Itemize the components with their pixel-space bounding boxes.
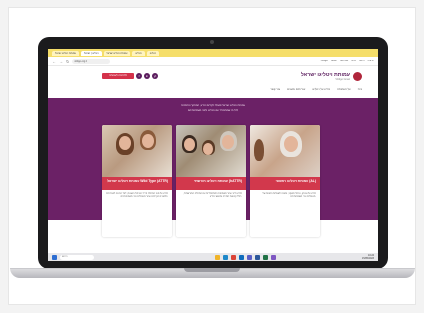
info-cards: עמותת ויטליגו ישראל Wild Type (ATTR) מיד…: [102, 125, 320, 237]
card-photo: [176, 125, 246, 177]
taskbar-apps: [215, 254, 276, 260]
menu-item-contact[interactable]: צור קשר: [270, 87, 280, 91]
clock-date: 15/05/2023: [362, 257, 374, 260]
social-links: f in yt: [136, 73, 158, 79]
site-logo[interactable]: עמותת ויטליגו ישראל Vitiligo Israel: [301, 72, 362, 81]
bookmark-item[interactable]: Google: [321, 60, 328, 62]
menu-item-info[interactable]: מידע על ויטליגו: [312, 87, 330, 91]
card-text: מידע על סוגי המחלה ודרכי הטיפול השונות, …: [106, 193, 168, 199]
browser-tab[interactable]: עמותת ויטליגו ישראל: [52, 50, 79, 56]
reload-icon[interactable]: ↻: [66, 57, 69, 66]
youtube-icon[interactable]: yt: [152, 73, 158, 79]
photos-icon[interactable]: [271, 254, 276, 260]
taskbar-search-input[interactable]: חיפוש: [60, 254, 94, 260]
site-header: לתרומה לעמותה f in yt עמותת ויטליגו ישרא…: [48, 66, 378, 98]
menu-item-services[interactable]: שירותים ומענים: [287, 87, 305, 91]
info-card-primary[interactable]: עמותת ויטליגו ראשוני (AL) מידע על אבחון,…: [250, 125, 320, 237]
facebook-icon[interactable]: f: [136, 73, 142, 79]
card-title: עמותת ויטליגו ראשוני (AL): [250, 177, 320, 190]
browser-address-bar: ← → ↻ vitiligo.org.il Google Gmail YouTu…: [48, 57, 378, 66]
info-card-hereditary[interactable]: עמותת ויטליגו תורשתי (hATTR) מידע וליווי…: [176, 125, 246, 237]
bookmark-item[interactable]: Gmail: [331, 60, 337, 62]
forward-icon[interactable]: →: [59, 57, 63, 66]
chrome-icon[interactable]: [231, 254, 236, 260]
card-text: מידע על אבחון, טיפול ומעקב, ומענה לשאלות…: [262, 193, 316, 199]
url-field[interactable]: vitiligo.org.il: [72, 58, 111, 64]
menu-item-about[interactable]: על העמותה: [337, 87, 351, 91]
file-explorer-icon[interactable]: [215, 254, 220, 260]
bookmark-item[interactable]: YouTube: [340, 60, 349, 62]
linkedin-icon[interactable]: in: [144, 73, 150, 79]
outlook-icon[interactable]: [239, 254, 244, 260]
logo-mark-icon: [353, 72, 362, 81]
photo-stage: עמותת ויטליגו ישראל ויטליגו | ישראל עמות…: [0, 0, 424, 313]
card-text: מידע וליווי עבור משפחות המתמודדות עם המח…: [183, 193, 242, 199]
donate-button[interactable]: לתרומה לעמותה: [102, 73, 134, 79]
intro-text: לכל מי שמתמודד עם ויטליגו ולבני משפחותיה…: [187, 109, 239, 112]
start-icon[interactable]: [52, 254, 57, 260]
taskbar-clock[interactable]: 10:24 15/05/2023: [362, 254, 374, 260]
card-title: עמותת ויטליגו תורשתי (hATTR): [176, 177, 246, 190]
intro-text: עמותת ויטליגו ישראל פועלת לקידום הידע, ה…: [180, 104, 246, 107]
excel-icon[interactable]: [263, 254, 268, 260]
bookmark-item[interactable]: תרגום: [359, 60, 365, 62]
browser-tab[interactable]: עמותת ויטליגו ישראל: [103, 50, 131, 56]
bookmark-item[interactable]: מפות: [351, 60, 356, 62]
windows-taskbar: חיפוש 10:24 15/05/2023: [48, 253, 378, 261]
hero-section: עמותת ויטליגו ישראל פועלת לקידום הידע, ה…: [48, 98, 378, 237]
browser-tab[interactable]: ויטליגו: [146, 50, 160, 56]
edge-icon[interactable]: [223, 254, 228, 260]
menu-item-home[interactable]: בית: [358, 87, 362, 91]
bookmark-item[interactable]: חדשות: [368, 60, 374, 62]
laptop-camera: [210, 40, 214, 44]
laptop-screen: עמותת ויטליגו ישראל ויטליגו | ישראל עמות…: [48, 49, 378, 261]
back-icon[interactable]: ←: [52, 57, 56, 66]
card-title: עמותת ויטליגו ישראל Wild Type (ATTR): [102, 177, 172, 190]
info-card-wild-type[interactable]: עמותת ויטליגו ישראל Wild Type (ATTR) מיד…: [102, 125, 172, 237]
browser-tab-strip: עמותת ויטליגו ישראל ויטליגו | ישראל עמות…: [48, 49, 378, 57]
laptop-notch: [184, 268, 240, 272]
card-photo: [102, 125, 172, 177]
browser-tab-active[interactable]: ויטליגו | ישראל: [80, 50, 102, 56]
main-menu: בית על העמותה מידע על ויטליגו שירותים ומ…: [270, 87, 362, 91]
teams-icon[interactable]: [247, 254, 252, 260]
bookmarks-bar: Google Gmail YouTube מפות תרגום חדשות: [113, 60, 374, 62]
logo-subtitle: Vitiligo Israel: [335, 77, 350, 81]
browser-tab[interactable]: ויטליגו: [132, 50, 145, 56]
logo-title: עמותת ויטליגו ישראל: [300, 71, 350, 78]
word-icon[interactable]: [255, 254, 260, 260]
card-photo: [250, 125, 320, 177]
